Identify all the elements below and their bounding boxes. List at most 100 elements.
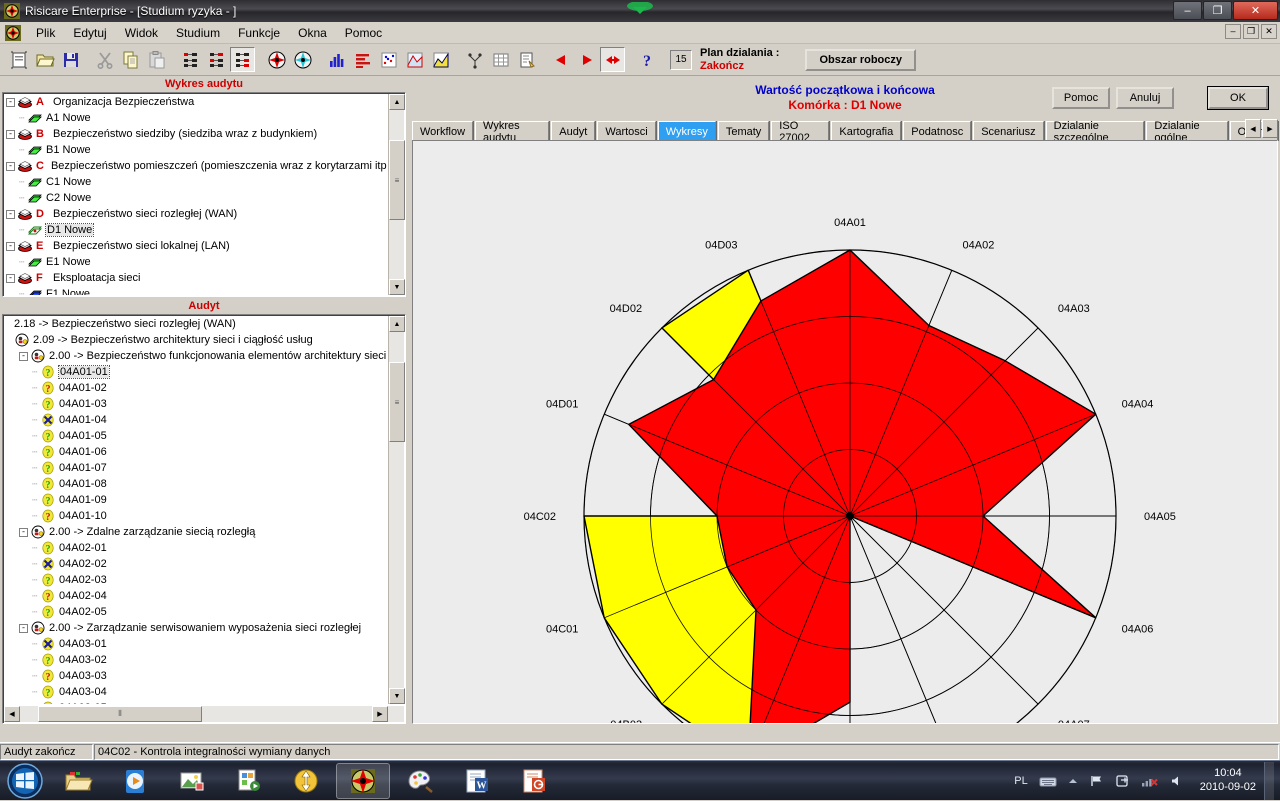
paste-icon[interactable] — [144, 47, 169, 72]
tree-item[interactable]: ┄? 04A03-03 — [4, 668, 387, 684]
tree-item[interactable]: ┄ F1 Nowe — [4, 286, 387, 295]
menu-item-plik[interactable]: Plik — [27, 24, 64, 42]
hscroll-thumb[interactable]: ⦀ — [38, 706, 202, 722]
wykres-audytu-tree-rows[interactable]: - A Organizacja Bezpieczeństwa ┄ A1 Nowe - B Be… — [4, 94, 387, 295]
audyt-tree[interactable]: 2.18 -> Bezpieczeństwo sieci rozległej (… — [2, 314, 406, 724]
scroll-up-arrow-icon[interactable]: ▲ — [389, 316, 405, 332]
ok-button[interactable]: OK — [1207, 86, 1269, 110]
wykres-audytu-tree[interactable]: - A Organizacja Bezpieczeństwa ┄ A1 Nowe - B Be… — [2, 92, 406, 297]
photo-viewer-icon[interactable] — [165, 763, 219, 799]
scroll-thumb[interactable]: ≡ — [389, 140, 405, 220]
tree-item[interactable]: ┄? 04A01-09 — [4, 492, 387, 508]
tree-item[interactable]: ┄? 04A02-01 — [4, 540, 387, 556]
tree-item[interactable]: ┄ A1 Nowe — [4, 110, 387, 126]
tree-view-2-icon[interactable] — [204, 47, 229, 72]
tree-item[interactable]: - 2.00 -> Zarządzanie serwisowaniem wypos… — [4, 620, 387, 636]
tree-item[interactable]: ┄ C1 Nowe — [4, 174, 387, 190]
back-arrow-icon[interactable] — [548, 47, 573, 72]
scroll-left-arrow-icon[interactable]: ◀ — [4, 706, 20, 722]
tree-view-1-icon[interactable] — [178, 47, 203, 72]
tree-item[interactable]: - 2.00 -> Bezpieczeństwo funkcjonowania e… — [4, 348, 387, 364]
tree-item[interactable]: ┄ 04A03-01 — [4, 636, 387, 652]
mdi-close-button[interactable]: ✕ — [1261, 24, 1277, 39]
windows-start-orb-icon[interactable] — [2, 762, 48, 799]
scroll-right-arrow-icon[interactable]: ▶ — [372, 706, 388, 722]
flag-icon[interactable] — [1089, 774, 1105, 788]
tab-wartosci[interactable]: Wartosci — [597, 121, 656, 141]
powerpoint-icon[interactable] — [507, 763, 561, 799]
tree-item[interactable]: ┄? 04A03-04 — [4, 684, 387, 700]
maximize-button[interactable]: ❐ — [1203, 1, 1232, 20]
volume-icon[interactable] — [1169, 774, 1185, 788]
tree-item[interactable]: ┄? 04A01-06 — [4, 444, 387, 460]
tree-expander-icon[interactable]: - — [6, 209, 15, 219]
menu-item-okna[interactable]: Okna — [289, 24, 336, 42]
mdi-window-controls[interactable]: – ❐ ✕ — [1225, 24, 1277, 39]
hierarchy-icon[interactable] — [462, 47, 487, 72]
menu-item-edytuj[interactable]: Edytuj — [64, 24, 115, 42]
audyt-hscrollbar[interactable]: ◀ ⦀ ▶ — [4, 706, 404, 722]
area-chart-icon[interactable] — [402, 47, 427, 72]
audyt-tree-rows[interactable]: 2.18 -> Bezpieczeństwo sieci rozległej (… — [4, 316, 387, 704]
tree-item[interactable]: ┄? 04A02-05 — [4, 604, 387, 620]
tree-item[interactable]: ┄? 04A02-03 — [4, 572, 387, 588]
forward-arrow-icon[interactable] — [574, 47, 599, 72]
grid-table-icon[interactable] — [488, 47, 513, 72]
tree-item[interactable]: - A Organizacja Bezpieczeństwa — [4, 94, 387, 110]
tree-item[interactable]: ┄ 04A03-05 — [4, 700, 387, 704]
help-question-icon[interactable]: ? — [634, 47, 659, 72]
media-player-icon[interactable] — [108, 763, 162, 799]
plan-number-field[interactable]: 15 — [670, 49, 692, 70]
action-center-icon[interactable] — [1115, 774, 1131, 788]
scroll-thumb[interactable]: ≡ — [389, 362, 405, 442]
tree-item[interactable]: - E Bezpieczeństwo sieci lokalnej (LAN) — [4, 238, 387, 254]
tree-item[interactable]: - D Bezpieczeństwo sieci rozległej (WAN) — [4, 206, 387, 222]
tree-expander-icon[interactable]: - — [6, 273, 15, 283]
menu-item-pomoc[interactable]: Pomoc — [336, 24, 391, 42]
report-icon[interactable] — [514, 47, 539, 72]
explorer-icon[interactable] — [51, 763, 105, 799]
tab-workflow[interactable]: Workflow — [412, 121, 474, 141]
tree-expander-icon[interactable]: - — [6, 97, 15, 107]
radar-chart-frame[interactable]: 04A0104A0204A0304A0404A0504A0604A0704A08… — [412, 140, 1278, 724]
tab-scenariusz[interactable]: Scenariusz — [973, 121, 1044, 141]
tree-expander-icon[interactable]: - — [19, 527, 28, 537]
tree-item[interactable]: - F Eksploatacja sieci — [4, 270, 387, 286]
tab-scroll-buttons[interactable]: ◀ ▶ — [1244, 119, 1278, 138]
network-disconnected-icon[interactable] — [1141, 774, 1159, 788]
audyt-vscrollbar[interactable]: ▲ ≡ ▼ — [388, 316, 405, 704]
risk-wheel-cyan-icon[interactable] — [290, 47, 315, 72]
tree-item[interactable]: ┄ D1 Nowe — [4, 222, 387, 238]
word-icon[interactable]: W — [450, 763, 504, 799]
tab-dzialanie-szczeg-lne[interactable]: Dzialanie szczególne — [1045, 120, 1145, 144]
updown-arrows-icon[interactable] — [279, 763, 333, 799]
window-controls[interactable]: – ❐ ✕ — [1172, 1, 1278, 20]
keyboard-icon[interactable] — [1039, 774, 1057, 788]
tree-item[interactable]: ┄ E1 Nowe — [4, 254, 387, 270]
horizontal-bar-chart-icon[interactable] — [350, 47, 375, 72]
scroll-up-arrow-icon[interactable]: ▲ — [389, 94, 405, 110]
tab-iso-27002[interactable]: ISO 27002 — [771, 120, 830, 144]
scroll-down-arrow-icon[interactable]: ▼ — [389, 688, 405, 704]
tab-kartografia[interactable]: Kartografia — [831, 121, 902, 141]
risk-wheel-red-icon[interactable] — [264, 47, 289, 72]
line-chart-icon[interactable] — [428, 47, 453, 72]
wykres-audytu-vscrollbar[interactable]: ▲ ≡ ▼ — [388, 94, 405, 295]
tab-scroll-left-button[interactable]: ◀ — [1245, 119, 1261, 138]
mdi-minimize-button[interactable]: – — [1225, 24, 1241, 39]
tab-dzialanie-og-lne[interactable]: Dzialanie ogólne — [1146, 120, 1228, 144]
mdi-restore-button[interactable]: ❐ — [1243, 24, 1259, 39]
tree-item[interactable]: - B Bezpieczeństwo siedziby (siedziba wraz… — [4, 126, 387, 142]
cut-scissors-icon[interactable] — [92, 47, 117, 72]
tree-item[interactable]: ┄? 04A01-01 — [4, 364, 387, 380]
tree-item[interactable]: - C Bezpieczeństwo pomieszczeń (pomieszcze… — [4, 158, 387, 174]
taskbar-clock[interactable]: 10:04 2010-09-02 — [1200, 767, 1256, 795]
tree-item[interactable]: - 2.00 -> Zdalne zarządzanie siecią rozle… — [4, 524, 387, 540]
tree-item[interactable]: ┄ B1 Nowe — [4, 142, 387, 158]
menu-item-studium[interactable]: Studium — [167, 24, 229, 42]
show-hidden-icons-icon[interactable] — [1067, 776, 1079, 786]
tab-tematy[interactable]: Tematy — [717, 121, 770, 141]
paint-icon[interactable] — [393, 763, 447, 799]
tree-expander-icon[interactable]: - — [19, 623, 28, 633]
tab-scroll-right-button[interactable]: ▶ — [1262, 119, 1278, 138]
